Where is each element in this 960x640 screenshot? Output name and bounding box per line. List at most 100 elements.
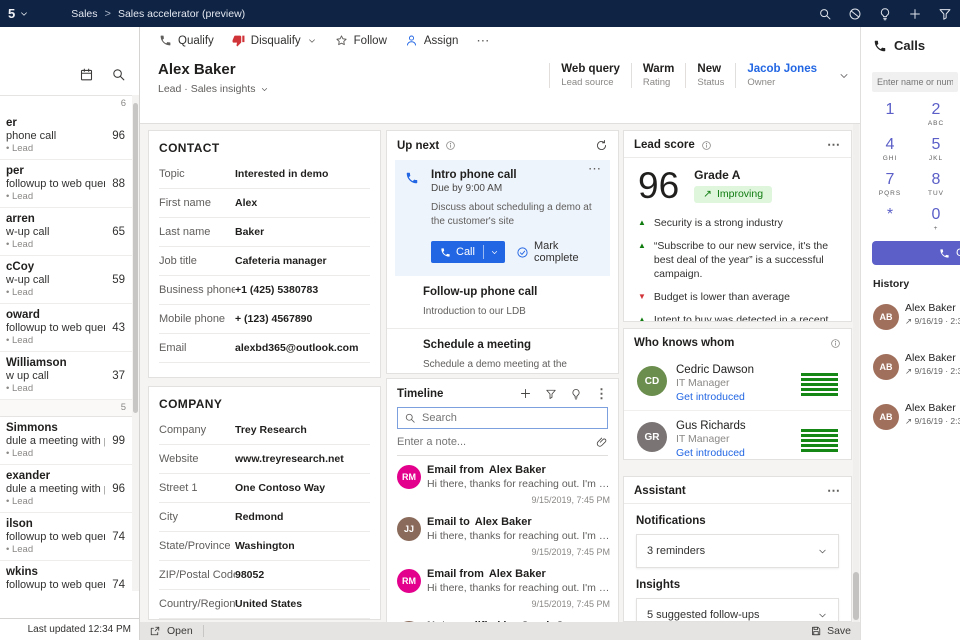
list-item[interactable]: wkins followup to web query • Lead 74 <box>0 561 132 591</box>
chevron-down-icon[interactable] <box>817 546 828 557</box>
more-horizontal-icon[interactable]: ⋯ <box>827 487 841 495</box>
follow-button[interactable]: Follow <box>326 30 396 51</box>
dialpad-key[interactable]: 4 GHI <box>867 136 913 163</box>
info-icon[interactable] <box>701 140 712 151</box>
more-horizontal-icon[interactable]: ⋯ <box>827 141 841 149</box>
field-row[interactable]: Website * www.treyresearch.net <box>159 445 370 474</box>
paperclip-icon[interactable] <box>596 436 608 448</box>
main-scrollbar[interactable] <box>853 124 859 622</box>
header-field[interactable]: New Status <box>685 63 735 88</box>
breadcrumb-sales-accelerator[interactable]: Sales accelerator (preview) <box>118 8 245 20</box>
assistant-card[interactable]: 5 suggested follow-ups <box>636 598 839 622</box>
info-icon[interactable] <box>830 338 841 349</box>
call-options-button[interactable] <box>484 241 505 263</box>
record-subtitle[interactable]: Lead · Sales insights <box>158 83 269 95</box>
worklist-scrollbar[interactable] <box>132 95 139 591</box>
field-row[interactable]: State/Province * Washington <box>159 532 370 561</box>
save-button[interactable]: Save <box>810 625 860 637</box>
field-row[interactable]: City * Redmond <box>159 503 370 532</box>
worklist-scrollbar-thumb[interactable] <box>133 103 138 413</box>
header-field-value: New <box>697 63 724 75</box>
search-icon[interactable] <box>818 7 832 21</box>
more-commands-button[interactable]: ⋯ <box>467 33 499 49</box>
field-row[interactable]: Mobile phone * + (123) 4567890 <box>159 305 370 334</box>
collapse-header-chevron-icon[interactable] <box>838 70 850 82</box>
list-item[interactable]: er phone call • Lead 96 <box>0 112 132 160</box>
list-item[interactable]: arren w-up call • Lead 65 <box>0 208 132 256</box>
breadcrumb-sales[interactable]: Sales <box>71 8 97 20</box>
task-item[interactable]: Schedule a meeting Schedule a demo meeti… <box>387 328 618 374</box>
field-row[interactable]: Business phone * +1 (425) 5380783 <box>159 276 370 305</box>
timeline-search-input[interactable] <box>422 412 601 424</box>
timeline-entry[interactable]: JJ Note modified by Jacob Jones Hi there… <box>387 612 618 622</box>
timeline-entry[interactable]: JJ Email to Alex Baker Hi there, thanks … <box>387 508 618 560</box>
timeline-note-row[interactable] <box>397 429 608 456</box>
history-title: History <box>873 278 909 290</box>
field-row[interactable]: Email * alexbd365@outlook.com <box>159 334 370 363</box>
lightbulb-icon[interactable] <box>570 388 582 400</box>
dialpad-key[interactable]: 5 JKL <box>913 136 959 163</box>
filter-icon[interactable] <box>545 388 557 400</box>
filter-icon[interactable] <box>938 7 952 21</box>
chevron-down-icon[interactable] <box>817 610 828 621</box>
entry-title: Email to <box>427 516 470 528</box>
assistant-card[interactable]: 3 reminders <box>636 534 839 568</box>
call-button[interactable]: Call <box>872 241 960 265</box>
note-input[interactable] <box>397 436 596 448</box>
current-activity-card[interactable]: ⋯ Intro phone call Due by 9:00 AM Discus… <box>395 160 610 276</box>
info-icon[interactable] <box>445 140 456 151</box>
more-vertical-icon[interactable]: ⋮ <box>595 390 608 398</box>
task-item[interactable]: Follow-up phone call Introduction to our… <box>387 276 618 328</box>
list-item[interactable]: cCoy w-up call • Lead 59 <box>0 256 132 304</box>
call-button[interactable]: Call <box>431 241 483 263</box>
dial-input-box[interactable] <box>872 72 958 92</box>
list-item[interactable]: Williamson w up call • Lead 37 <box>0 352 132 400</box>
calendar-icon[interactable] <box>79 67 94 82</box>
field-row[interactable]: ZIP/Postal Code * 98052 <box>159 561 370 590</box>
dialpad-key[interactable]: 2 ABC <box>913 101 959 128</box>
list-item[interactable]: exander dule a meeting with pro... • Lea… <box>0 465 132 513</box>
field-row[interactable]: Company * Trey Research <box>159 416 370 445</box>
field-row[interactable]: First name * Alex <box>159 189 370 218</box>
recent-items-icon[interactable] <box>848 7 862 21</box>
dial-input[interactable] <box>877 77 953 87</box>
lightbulb-icon[interactable] <box>878 7 892 21</box>
app-logo[interactable]: 5 <box>8 6 29 21</box>
dialpad-key[interactable]: * <box>867 206 913 233</box>
mark-complete-button[interactable]: Mark complete <box>516 240 602 264</box>
call-history-item[interactable]: AB Alex Baker ↗ 9/16/19 · 2:35 PM <box>861 395 960 445</box>
refresh-icon[interactable] <box>595 139 608 152</box>
more-horizontal-icon[interactable]: ⋯ <box>588 165 602 173</box>
header-field[interactable]: Warm Rating <box>631 63 686 88</box>
dialpad-key[interactable]: 8 TUV <box>913 171 959 198</box>
dialpad-key[interactable]: 1 <box>867 101 913 128</box>
header-field[interactable]: Jacob Jones Owner <box>735 63 828 88</box>
dialpad-key[interactable]: 7 PQRS <box>867 171 913 198</box>
disqualify-button[interactable]: Disqualify <box>223 30 326 51</box>
dialpad-key[interactable]: 0 + <box>913 206 959 233</box>
field-row[interactable]: Street 1 * One Contoso Way <box>159 474 370 503</box>
worklist-search-icon[interactable] <box>111 67 126 82</box>
add-icon[interactable] <box>519 387 532 400</box>
quick-create-icon[interactable] <box>908 7 922 21</box>
list-item[interactable]: per followup to web query • Lead 88 <box>0 160 132 208</box>
field-row[interactable]: Country/Region * United States <box>159 590 370 619</box>
call-split-button[interactable]: Call <box>431 241 505 263</box>
qualify-button[interactable]: Qualify <box>150 30 223 51</box>
field-row[interactable]: Topic * Interested in demo <box>159 160 370 189</box>
call-history-item[interactable]: AB Alex Baker ↗ 9/16/19 · 2:35 PM <box>861 345 960 395</box>
list-item[interactable]: Simmons dule a meeting with prod.. • Lea… <box>0 417 132 465</box>
field-row[interactable]: Last name * Baker <box>159 218 370 247</box>
timeline-entry[interactable]: RM Email from Alex Baker Hi there, thank… <box>387 560 618 612</box>
timeline-search-box[interactable] <box>397 407 608 429</box>
call-history-item[interactable]: AB Alex Baker ↗ 9/16/19 · 2:35 PM <box>861 295 960 345</box>
list-item[interactable]: ilson followup to web query • Lead 74 <box>0 513 132 561</box>
command-bar: Qualify Disqualify Follow Assign ⋯ <box>140 27 860 54</box>
list-item[interactable]: oward followup to web query • Lead 43 <box>0 304 132 352</box>
main-scrollbar-thumb[interactable] <box>853 572 859 620</box>
assign-button[interactable]: Assign <box>396 30 468 51</box>
field-row[interactable]: Job title * Cafeteria manager <box>159 247 370 276</box>
header-field[interactable]: Web query Lead source <box>549 63 631 88</box>
timeline-entry[interactable]: RM Email from Alex Baker Hi there, thank… <box>387 456 618 508</box>
open-button[interactable]: Open <box>140 625 193 637</box>
